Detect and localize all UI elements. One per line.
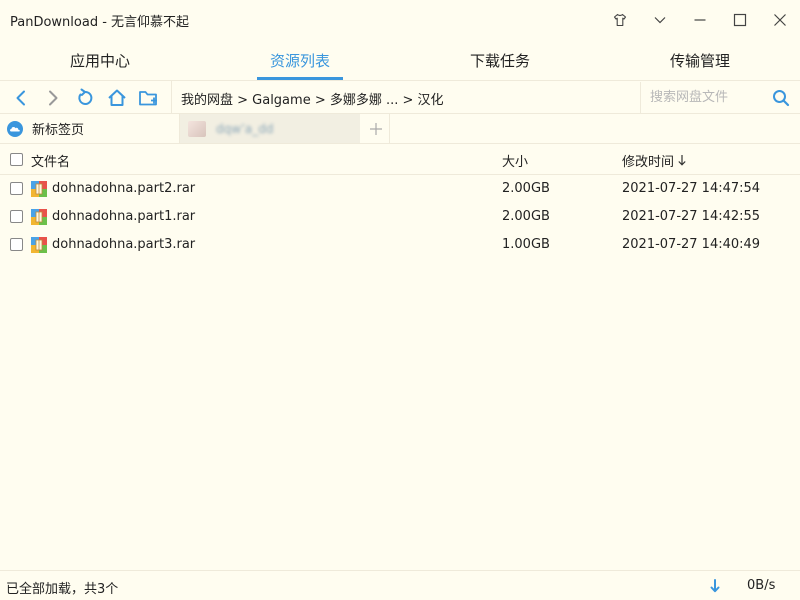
minimize-button[interactable]: [680, 0, 720, 40]
main-tabs: 应用中心 资源列表 下载任务 传输管理: [0, 40, 800, 80]
shirt-icon: [613, 13, 627, 27]
download-arrow-icon: [710, 579, 720, 593]
row-checkbox[interactable]: [10, 210, 23, 223]
file-modified: 2021-07-27 14:40:49: [622, 237, 761, 252]
tab-app-center[interactable]: 应用中心: [0, 40, 200, 80]
pandownload-window: PanDownload - 无言仰慕不起 应用中心 资源列表 下载任务 传输管理: [0, 0, 800, 600]
row-checkbox[interactable]: [10, 182, 23, 195]
rar-archive-icon: [31, 181, 47, 197]
breadcrumb[interactable]: 我的网盘 > Galgame > 多娜多娜 ... > 汉化: [181, 89, 444, 108]
new-folder-button[interactable]: [136, 85, 162, 111]
forward-button[interactable]: [40, 85, 66, 111]
file-modified: 2021-07-27 14:47:54: [622, 181, 761, 196]
download-speed: 0B/s: [747, 578, 776, 593]
rar-archive-icon: [31, 209, 47, 225]
row-checkbox[interactable]: [10, 238, 23, 251]
chevron-right-icon: [49, 90, 58, 106]
page-tab-new[interactable]: 新标签页: [0, 114, 180, 143]
close-icon: [774, 14, 786, 26]
close-button[interactable]: [760, 0, 800, 40]
file-modified: 2021-07-27 14:42:55: [622, 209, 761, 224]
search-box: [640, 82, 800, 113]
refresh-button[interactable]: [72, 85, 98, 111]
back-button[interactable]: [8, 85, 34, 111]
rar-archive-icon: [31, 237, 47, 253]
search-icon: [773, 90, 790, 107]
file-name: dohnadohna.part3.rar: [52, 237, 196, 252]
select-all-checkbox[interactable]: [10, 153, 23, 166]
file-size: 2.00GB: [502, 181, 550, 196]
tab-download-tasks[interactable]: 下载任务: [400, 40, 600, 80]
file-size: 1.00GB: [502, 237, 550, 252]
home-icon: [108, 89, 126, 106]
refresh-icon: [78, 88, 93, 105]
page-tab-new-label: 新标签页: [32, 123, 85, 138]
header-size[interactable]: 大小: [502, 151, 528, 170]
window-title: PanDownload - 无言仰慕不起: [10, 15, 190, 30]
chevron-down-icon: [654, 17, 666, 24]
header-filename[interactable]: 文件名: [31, 151, 70, 170]
status-text: 已全部加载，共3个: [6, 582, 119, 597]
header-modified[interactable]: 修改时间: [622, 151, 687, 170]
maximize-icon: [733, 13, 747, 27]
thumbnail-image: [188, 120, 206, 137]
home-button[interactable]: [104, 85, 130, 111]
tab-transfer-management[interactable]: 传输管理: [600, 40, 800, 80]
file-name: dohnadohna.part1.rar: [52, 209, 196, 224]
title-bar: PanDownload - 无言仰慕不起: [0, 0, 800, 40]
plus-icon: [369, 122, 382, 135]
maximize-button[interactable]: [720, 0, 760, 40]
header-modified-label: 修改时间: [622, 155, 675, 170]
chevron-left-icon: [16, 90, 25, 106]
add-tab-button[interactable]: [362, 114, 390, 143]
page-tabs: 新标签页 dqw’a_dd: [0, 114, 800, 144]
file-row[interactable]: dohnadohna.part3.rar 1.00GB 2021-07-27 1…: [0, 231, 800, 259]
file-row[interactable]: dohnadohna.part2.rar 2.00GB 2021-07-27 1…: [0, 175, 800, 203]
menu-dropdown-button[interactable]: [640, 0, 680, 40]
sort-desc-icon: [677, 154, 687, 170]
tab-resource-list[interactable]: 资源列表: [200, 40, 400, 80]
toolbar: 我的网盘 > Galgame > 多娜多娜 ... > 汉化: [0, 80, 800, 114]
page-tab-folder[interactable]: dqw’a_dd: [180, 114, 360, 143]
file-name: dohnadohna.part2.rar: [52, 181, 196, 196]
file-row[interactable]: dohnadohna.part1.rar 2.00GB 2021-07-27 1…: [0, 203, 800, 231]
toolbar-separator: [171, 81, 172, 114]
status-bar: 已全部加载，共3个 0B/s: [0, 570, 800, 600]
file-size: 2.00GB: [502, 209, 550, 224]
file-list-header: 文件名 大小 修改时间: [0, 144, 800, 175]
cloud-icon: [7, 120, 23, 137]
skin-button[interactable]: [600, 0, 640, 40]
minimize-icon: [694, 19, 706, 21]
new-folder-icon: [139, 91, 157, 106]
search-button[interactable]: [769, 86, 793, 110]
search-input[interactable]: [641, 82, 765, 113]
page-tab-folder-label: dqw’a_dd: [216, 121, 274, 136]
